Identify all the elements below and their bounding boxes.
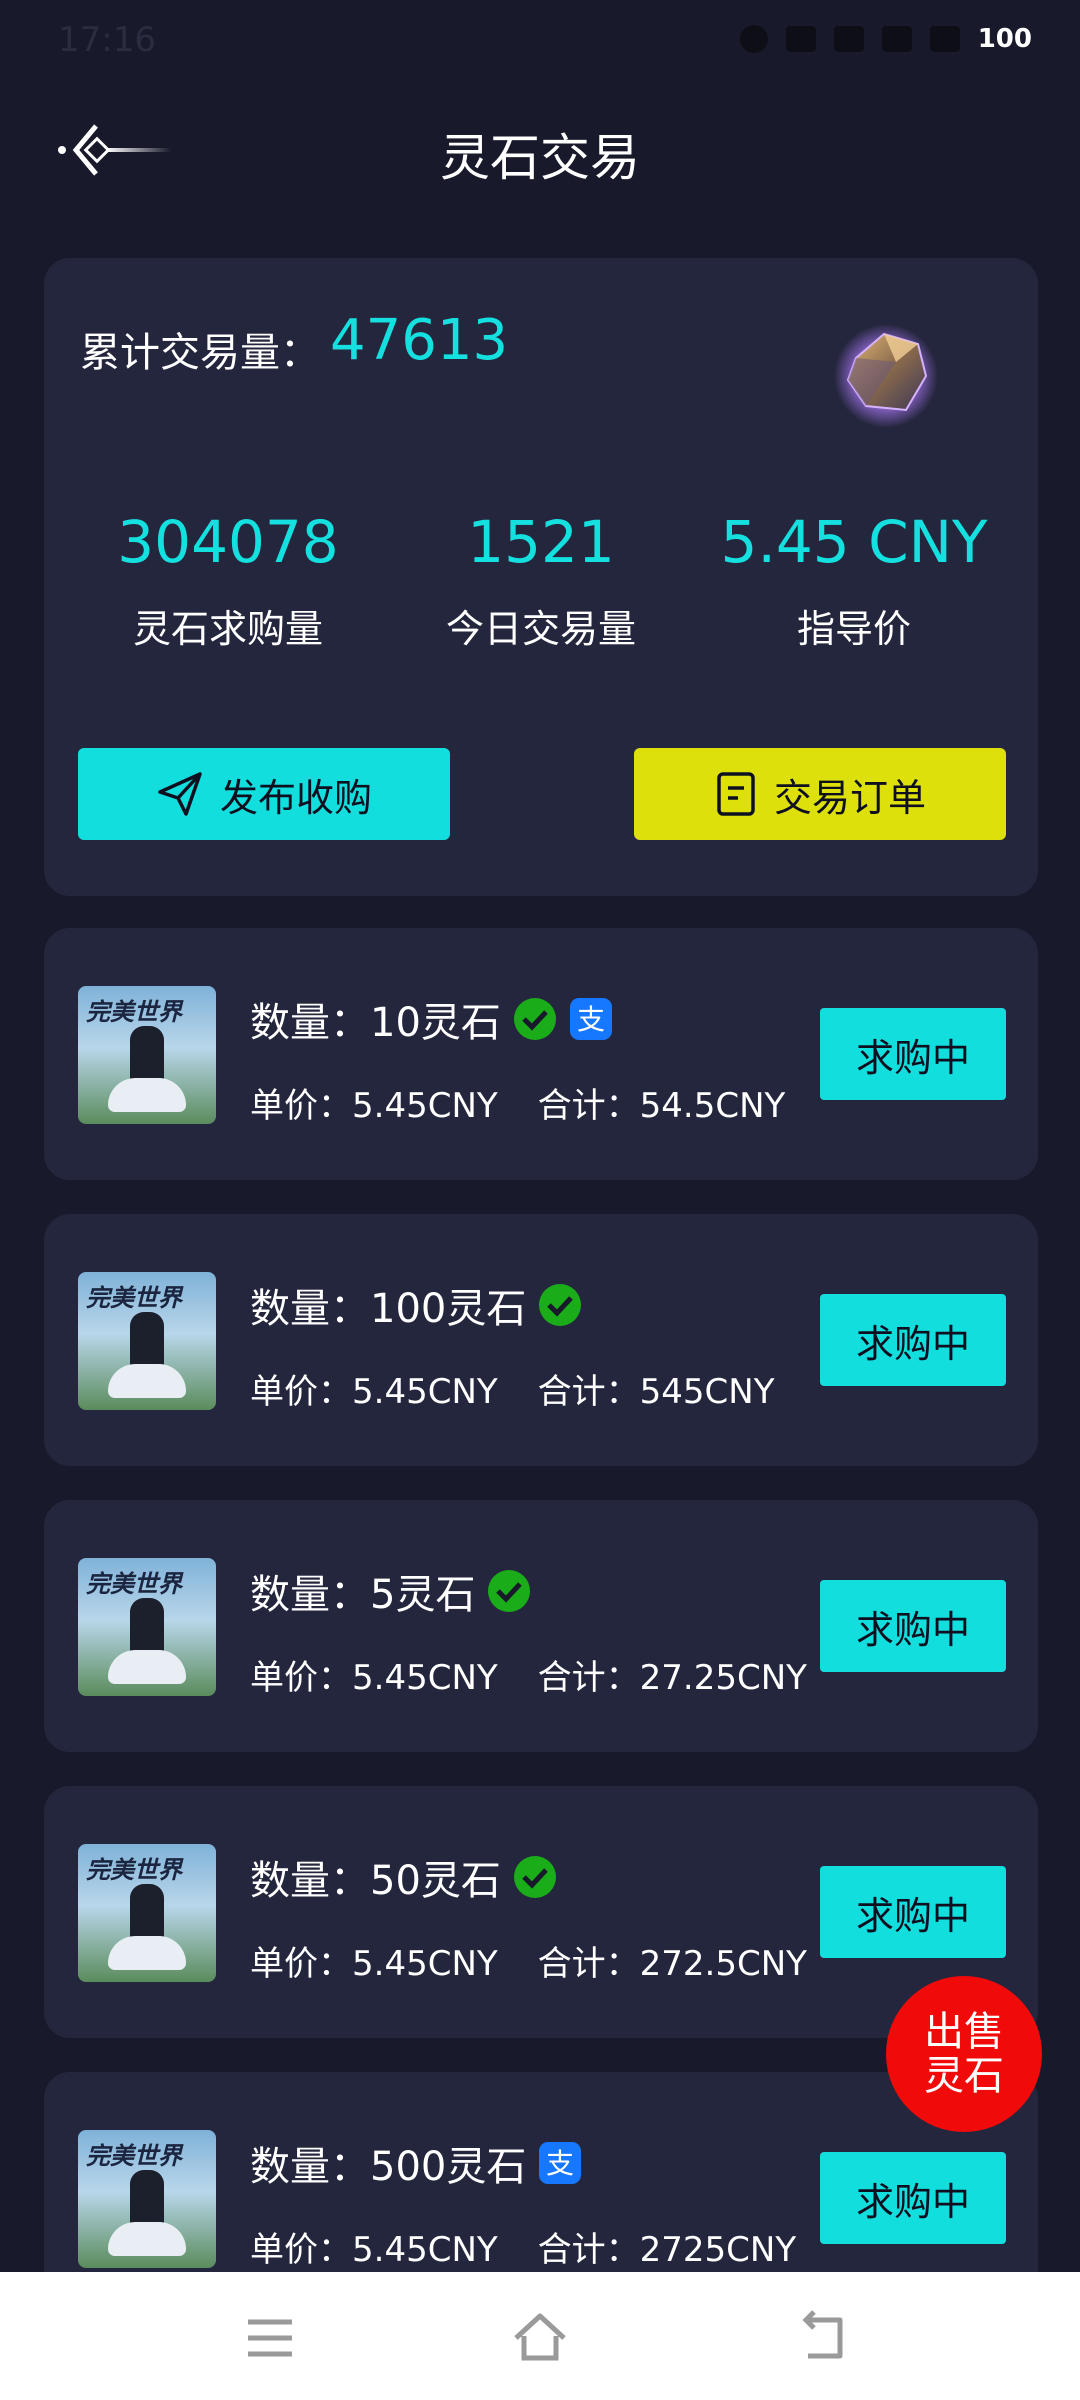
wechat-pay-icon xyxy=(488,1570,531,1612)
buying-status-button[interactable]: 求购中 xyxy=(820,2152,1006,2244)
total-price: 合计：272.5CNY xyxy=(537,1944,807,1984)
listing-price: 单价：5.45CNY 合计：545CNY xyxy=(250,1364,775,1413)
stat-purchase-demand: 304078 灵石求购量 xyxy=(78,508,378,653)
listing-price: 单价：5.45CNY 合计：272.5CNY xyxy=(250,1936,807,1985)
listing-price: 单价：5.45CNY 合计：2725CNY xyxy=(250,2222,796,2271)
thumbnail-title: 完美世界 xyxy=(86,1569,182,1598)
buying-status-button[interactable]: 求购中 xyxy=(820,1866,1006,1958)
summary-card: 累计交易量： 47613 304078 灵石求购量 1521 今日交易量 5.4… xyxy=(44,258,1038,896)
unit-price: 单价：5.45CNY xyxy=(250,1944,498,1984)
send-icon xyxy=(158,772,202,816)
document-icon xyxy=(717,772,755,816)
listing-quantity: 数量：50灵石 xyxy=(250,1848,557,1906)
unit-price: 单价：5.45CNY xyxy=(250,2230,498,2270)
total-volume-label: 累计交易量： xyxy=(80,330,320,376)
stat-label: 灵石求购量 xyxy=(132,607,323,651)
game-thumbnail: 完美世界 xyxy=(78,986,216,1124)
publish-purchase-button[interactable]: 发布收购 xyxy=(78,748,450,840)
status-bar: 17:16 100 xyxy=(0,0,1080,82)
page-title: 灵石交易 xyxy=(440,129,640,187)
stat-label: 今日交易量 xyxy=(445,607,636,651)
menu-icon[interactable] xyxy=(240,2308,300,2368)
svg-text:支: 支 xyxy=(577,1003,605,1036)
header: 灵石交易 xyxy=(0,96,1080,206)
listing-card[interactable]: 完美世界 数量：50灵石 单价：5.45CNY 合计：272.5CNY 求购中 xyxy=(44,1786,1038,2038)
stat-today-volume: 1521 今日交易量 xyxy=(391,508,691,653)
hd-icon xyxy=(785,26,816,52)
status-time: 17:16 xyxy=(58,20,156,60)
signal-5g-icon xyxy=(833,26,864,52)
game-thumbnail: 完美世界 xyxy=(78,1558,216,1696)
unit-price: 单价：5.45CNY xyxy=(250,1372,498,1412)
quantity-text: 数量：100灵石 xyxy=(250,1286,527,1332)
total-price: 合计：545CNY xyxy=(537,1372,775,1412)
total-price: 合计：54.5CNY xyxy=(537,1086,786,1126)
sell-button-line2: 灵石 xyxy=(924,2053,1004,2099)
total-price: 合计：2725CNY xyxy=(537,2230,797,2270)
home-icon[interactable] xyxy=(510,2308,570,2368)
sell-button-line1: 出售 xyxy=(924,2009,1004,2055)
quantity-text: 数量：5灵石 xyxy=(250,1572,476,1618)
wechat-pay-icon xyxy=(513,998,556,1040)
alipay-icon: 支 xyxy=(539,2142,582,2184)
wechat-pay-icon xyxy=(513,1856,556,1898)
buying-status-button[interactable]: 求购中 xyxy=(820,1008,1006,1100)
stat-value: 5.45 CNY xyxy=(720,508,988,576)
wechat-pay-icon xyxy=(539,1284,582,1326)
svg-text:支: 支 xyxy=(546,2147,574,2180)
buying-status-button[interactable]: 求购中 xyxy=(820,1294,1006,1386)
thumbnail-title: 完美世界 xyxy=(86,1855,182,1884)
wifi-icon xyxy=(929,26,960,52)
listing-price: 单价：5.45CNY 合计：27.25CNY xyxy=(250,1650,807,1699)
listing-card[interactable]: 完美世界 数量：100灵石 单价：5.45CNY 合计：545CNY 求购中 xyxy=(44,1214,1038,1466)
stat-value: 304078 xyxy=(117,508,339,576)
stat-value: 1521 xyxy=(467,508,615,576)
thumbnail-title: 完美世界 xyxy=(86,2141,182,2170)
stat-guide-price: 5.45 CNY 指导价 xyxy=(704,508,1004,653)
alipay-icon: 支 xyxy=(569,998,612,1040)
total-volume-value: 47613 xyxy=(330,308,509,373)
trade-orders-button[interactable]: 交易订单 xyxy=(634,748,1006,840)
status-icons: 100 xyxy=(739,24,1032,54)
quantity-text: 数量：10灵石 xyxy=(250,1000,501,1046)
listing-quantity: 数量：500灵石 支 xyxy=(250,2134,582,2192)
trade-orders-label: 交易订单 xyxy=(773,775,926,820)
stat-label: 指导价 xyxy=(796,607,911,651)
listing-quantity: 数量：5灵石 xyxy=(250,1562,531,1620)
back-icon[interactable] xyxy=(796,2308,856,2368)
unit-price: 单价：5.45CNY xyxy=(250,1658,498,1698)
listing-quantity: 数量：100灵石 xyxy=(250,1276,582,1334)
listing-card[interactable]: 完美世界 数量：10灵石 支 单价：5.45CNY 合计：54.5CNY 求购中 xyxy=(44,928,1038,1180)
system-nav-bar xyxy=(0,2272,1080,2400)
signal-4g-icon xyxy=(881,26,912,52)
game-thumbnail: 完美世界 xyxy=(78,2130,216,2268)
listing-price: 单价：5.45CNY 合计：54.5CNY xyxy=(250,1078,785,1127)
total-price: 合计：27.25CNY xyxy=(537,1658,807,1698)
thumbnail-title: 完美世界 xyxy=(86,1283,182,1312)
listing-quantity: 数量：10灵石 支 xyxy=(250,990,613,1048)
game-thumbnail: 完美世界 xyxy=(78,1272,216,1410)
thumbnail-title: 完美世界 xyxy=(86,997,182,1026)
game-thumbnail: 完美世界 xyxy=(78,1844,216,1982)
unit-price: 单价：5.45CNY xyxy=(250,1086,498,1126)
quantity-text: 数量：50灵石 xyxy=(250,1858,501,1904)
alarm-icon xyxy=(739,25,768,53)
buying-status-button[interactable]: 求购中 xyxy=(820,1580,1006,1672)
battery-level: 100 xyxy=(977,24,1032,54)
sell-spirit-stone-button[interactable]: 出售 灵石 xyxy=(886,1976,1042,2132)
spirit-stone-icon xyxy=(834,324,938,428)
publish-purchase-label: 发布收购 xyxy=(219,775,372,820)
listing-card[interactable]: 完美世界 数量：5灵石 单价：5.45CNY 合计：27.25CNY 求购中 xyxy=(44,1500,1038,1752)
quantity-text: 数量：500灵石 xyxy=(250,2144,527,2190)
